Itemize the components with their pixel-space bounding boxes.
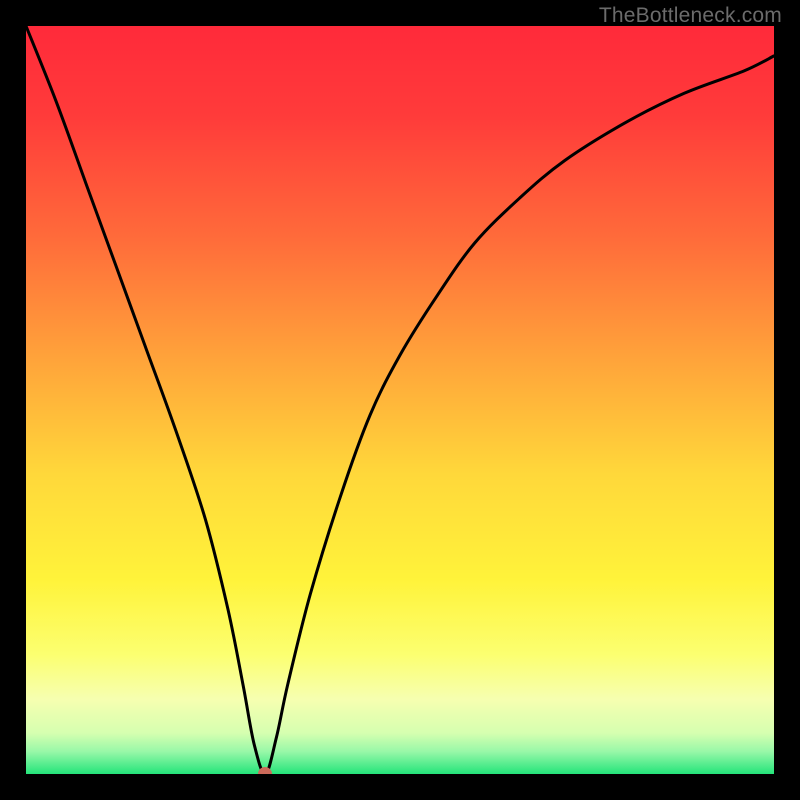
chart-frame: TheBottleneck.com (0, 0, 800, 800)
optimal-point-marker (258, 767, 272, 774)
watermark-text: TheBottleneck.com (599, 4, 782, 28)
plot-area (26, 26, 774, 774)
bottleneck-curve (26, 26, 774, 774)
